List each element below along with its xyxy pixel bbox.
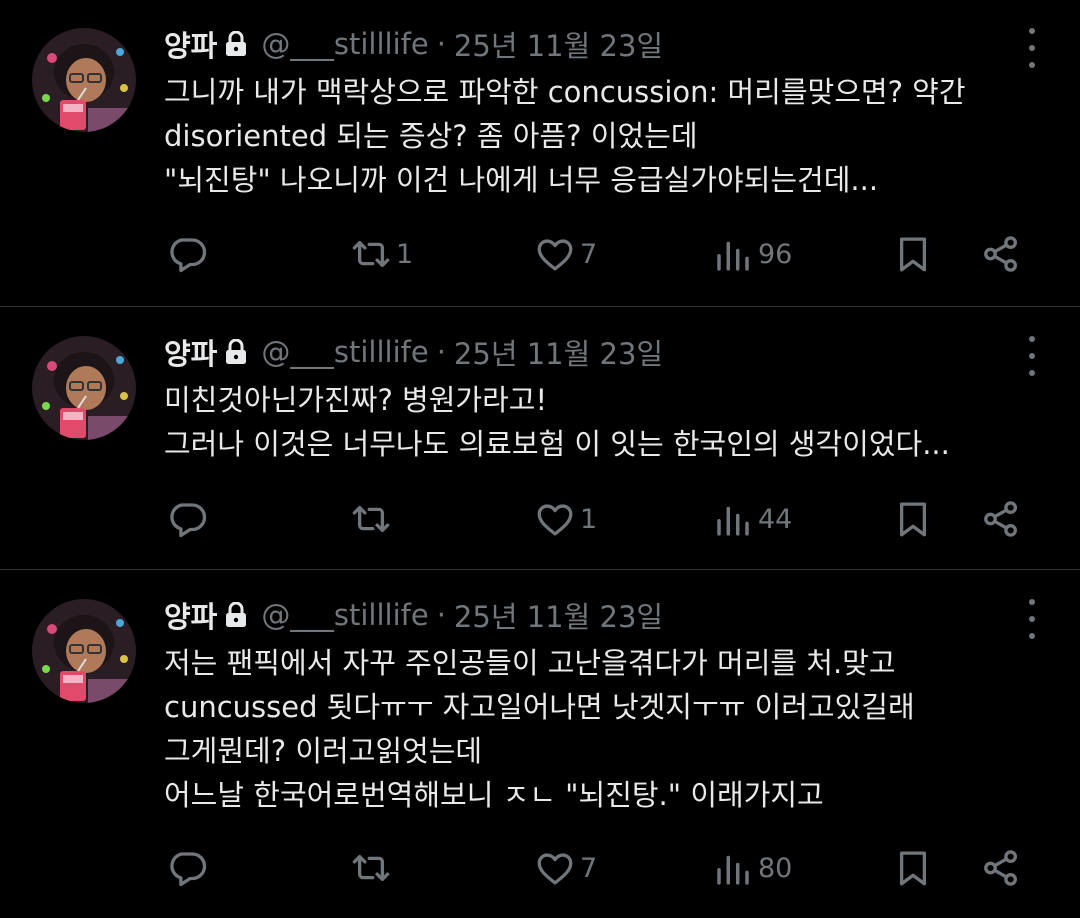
like-count: 7 bbox=[580, 238, 598, 270]
views-button[interactable]: 96 bbox=[712, 232, 792, 276]
heart-icon bbox=[537, 853, 573, 885]
tweet-text-line: 미친것아닌가진짜? 병원가라고! bbox=[164, 383, 548, 417]
like-button[interactable]: 7 bbox=[534, 232, 597, 276]
like-count: 7 bbox=[580, 852, 598, 884]
views-count: 44 bbox=[758, 503, 793, 535]
tweet[interactable]: 양파 @___stilllife · 25년 11월 23일 저는 팬픽에서 자… bbox=[0, 571, 1080, 918]
user-handle[interactable]: @___stilllife bbox=[261, 335, 428, 369]
tweet-date[interactable]: 25년 11월 23일 bbox=[454, 23, 663, 65]
avatar[interactable] bbox=[32, 599, 136, 703]
bookmark-icon bbox=[899, 851, 927, 886]
action-bar: 1 44 bbox=[164, 497, 1044, 541]
user-handle[interactable]: @___stilllife bbox=[261, 598, 428, 632]
views-count: 80 bbox=[758, 852, 793, 884]
lock-icon bbox=[225, 339, 247, 365]
like-count: 1 bbox=[580, 503, 598, 535]
tweet-text-line: disoriented 되는 증상? 좀 아픔? 이었는데 bbox=[164, 119, 698, 153]
display-name[interactable]: 양파 bbox=[164, 594, 217, 636]
tweet-text-line: 저는 팬픽에서 자꾸 주인공들이 고난을겪다가 머리를 처.맞고 bbox=[164, 646, 896, 680]
retweet-button[interactable] bbox=[350, 497, 396, 541]
reply-icon bbox=[170, 503, 207, 538]
views-icon bbox=[717, 506, 749, 536]
tweet-text-line: cuncussed 됫다ㅠㅜ 자고일어나면 낫겟지ㅜㅠ 이러고있길래 bbox=[164, 690, 915, 724]
retweet-count: 1 bbox=[396, 238, 414, 270]
more-icon[interactable] bbox=[1024, 336, 1040, 376]
retweet-icon bbox=[352, 240, 390, 268]
separator-dot: · bbox=[436, 27, 446, 61]
views-icon bbox=[717, 241, 749, 271]
tweet[interactable]: 양파 @___stilllife · 25년 11월 23일 미친것아닌가진짜?… bbox=[0, 308, 1080, 570]
heart-icon bbox=[537, 504, 573, 536]
action-bar: 7 80 bbox=[164, 846, 1044, 890]
user-handle[interactable]: @___stilllife bbox=[261, 27, 428, 61]
share-button[interactable] bbox=[980, 846, 1022, 890]
retweet-button[interactable]: 1 bbox=[350, 232, 413, 276]
retweet-icon bbox=[352, 505, 390, 533]
bookmark-button[interactable] bbox=[892, 497, 934, 541]
tweet-text-line: 그니까 내가 맥락상으로 파악한 concussion: 머리를맞으면? 약간 bbox=[164, 75, 966, 109]
retweet-icon bbox=[352, 854, 390, 882]
tweet-header: 양파 @___stilllife · 25년 11월 23일 bbox=[164, 24, 663, 64]
tweet-header: 양파 @___stilllife · 25년 11월 23일 bbox=[164, 332, 663, 372]
reply-icon bbox=[170, 238, 207, 273]
avatar[interactable] bbox=[32, 336, 136, 440]
lock-icon bbox=[225, 31, 247, 57]
display-name[interactable]: 양파 bbox=[164, 23, 217, 65]
retweet-button[interactable] bbox=[350, 846, 396, 890]
tweet-text: 저는 팬픽에서 자꾸 주인공들이 고난을겪다가 머리를 처.맞고 cuncuss… bbox=[164, 641, 1044, 817]
reply-button[interactable] bbox=[166, 846, 212, 890]
tweet-text-line: 그게뭔데? 이러고읽엇는데 bbox=[164, 734, 483, 768]
tweet-text-line: "뇌진탕" 나오니까 이건 나에게 너무 응급실가야되는건데... bbox=[164, 163, 879, 197]
like-button[interactable]: 1 bbox=[534, 497, 597, 541]
tweet[interactable]: 양파 @___stilllife · 25년 11월 23일 그니까 내가 맥락… bbox=[0, 0, 1080, 307]
tweet-date[interactable]: 25년 11월 23일 bbox=[454, 331, 663, 373]
separator-dot: · bbox=[436, 598, 446, 632]
display-name[interactable]: 양파 bbox=[164, 331, 217, 373]
tweet-text: 미친것아닌가진짜? 병원가라고! 그러나 이것은 너무나도 의료보험 이 잇는 … bbox=[164, 378, 1044, 466]
like-button[interactable]: 7 bbox=[534, 846, 597, 890]
tweet-text-line: 그러나 이것은 너무나도 의료보험 이 잇는 한국인의 생각이었다... bbox=[164, 427, 950, 461]
share-icon bbox=[984, 501, 1018, 537]
views-icon bbox=[717, 855, 749, 885]
views-button[interactable]: 44 bbox=[712, 497, 792, 541]
lock-icon bbox=[225, 602, 247, 628]
tweet-text: 그니까 내가 맥락상으로 파악한 concussion: 머리를맞으면? 약간 … bbox=[164, 70, 1044, 202]
bookmark-button[interactable] bbox=[892, 846, 934, 890]
tweet-text-line: 어느날 한국어로번역해보니 ㅈㄴ "뇌진탕." 이래가지고 bbox=[164, 778, 824, 812]
more-icon[interactable] bbox=[1024, 599, 1040, 639]
bookmark-button[interactable] bbox=[892, 232, 934, 276]
share-icon bbox=[984, 850, 1018, 886]
share-icon bbox=[984, 236, 1018, 272]
share-button[interactable] bbox=[980, 497, 1022, 541]
bookmark-icon bbox=[899, 502, 927, 537]
separator-dot: · bbox=[436, 335, 446, 369]
avatar[interactable] bbox=[32, 28, 136, 132]
bookmark-icon bbox=[899, 237, 927, 272]
reply-button[interactable] bbox=[166, 232, 212, 276]
views-button[interactable]: 80 bbox=[712, 846, 792, 890]
views-count: 96 bbox=[758, 238, 793, 270]
heart-icon bbox=[537, 239, 573, 271]
more-icon[interactable] bbox=[1024, 28, 1040, 68]
tweet-date[interactable]: 25년 11월 23일 bbox=[454, 594, 663, 636]
share-button[interactable] bbox=[980, 232, 1022, 276]
action-bar: 1 7 96 bbox=[164, 232, 1044, 276]
reply-icon bbox=[170, 852, 207, 887]
tweet-header: 양파 @___stilllife · 25년 11월 23일 bbox=[164, 595, 663, 635]
reply-button[interactable] bbox=[166, 497, 212, 541]
